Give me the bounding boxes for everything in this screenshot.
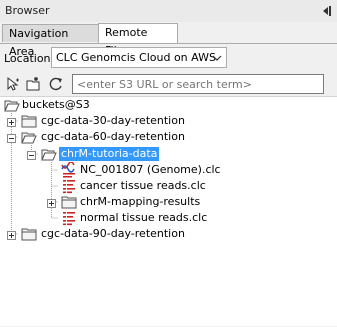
location-row: Location CLC Genomcis Cloud on AWS xyxy=(0,44,337,72)
tree-item[interactable]: chrM-mapping-results xyxy=(0,194,250,210)
search-input[interactable] xyxy=(72,74,324,94)
toolbar xyxy=(0,72,337,96)
collapse-panel-icon[interactable] xyxy=(320,5,332,17)
location-label: Location xyxy=(4,52,51,65)
new-folder-icon[interactable] xyxy=(26,76,42,92)
collapse-minus-icon[interactable] xyxy=(27,150,36,160)
chevron-down-icon xyxy=(212,53,222,63)
tree-root[interactable]: buckets@S3 xyxy=(0,97,200,113)
expand-plus-icon[interactable] xyxy=(7,230,16,240)
location-dropdown[interactable]: CLC Genomcis Cloud on AWS xyxy=(51,47,227,68)
expand-plus-icon[interactable] xyxy=(7,117,16,127)
tree-item[interactable]: cgc-data-30-day-retention xyxy=(0,113,250,129)
sequence-list-icon xyxy=(61,210,77,226)
tree-item[interactable]: cgc-data-60-day-retention xyxy=(0,129,250,145)
remote-file-tree: buckets@S3 cgc-data-30-day-retention cgc… xyxy=(0,96,337,326)
collapse-minus-icon[interactable] xyxy=(7,133,16,143)
refresh-icon[interactable] xyxy=(48,76,64,92)
tab-bar: Navigation Area Remote Files xyxy=(0,22,337,58)
expand-plus-icon[interactable] xyxy=(47,198,56,208)
tree-item-selected[interactable]: chrM-tutoria-data xyxy=(0,146,250,162)
tree-item[interactable]: normal tissue reads.clc xyxy=(0,210,250,226)
tree-root-label: buckets@S3 xyxy=(22,98,90,111)
genome-sequence-icon xyxy=(61,161,77,178)
folder-icon xyxy=(61,194,77,210)
tree-item[interactable]: cancer tissue reads.clc xyxy=(0,178,250,194)
folder-open-icon xyxy=(21,129,37,145)
tree-item-label: NC_001807 (Genome).clc xyxy=(80,163,221,176)
folder-icon xyxy=(21,113,37,129)
folder-open-icon xyxy=(4,97,20,113)
tree-item[interactable]: NC_001807 (Genome).clc xyxy=(0,161,250,178)
tree-item-label: cgc-data-60-day-retention xyxy=(41,130,185,143)
folder-open-icon xyxy=(41,146,57,162)
tree-item-label: normal tissue reads.clc xyxy=(80,211,208,224)
folder-icon xyxy=(21,226,37,242)
tree-item[interactable]: cgc-data-90-day-retention xyxy=(0,226,250,242)
tab-navigation-area[interactable]: Navigation Area xyxy=(2,24,99,58)
tab-remote-files[interactable]: Remote Files xyxy=(98,23,178,57)
tree-item-label: cancer tissue reads.clc xyxy=(80,179,206,192)
upload-icon[interactable] xyxy=(5,76,21,92)
location-selected-value: CLC Genomcis Cloud on AWS xyxy=(56,51,216,64)
tree-item-label: chrM-mapping-results xyxy=(80,195,201,208)
panel-title: Browser xyxy=(5,4,50,17)
sequence-list-icon xyxy=(61,178,77,194)
tree-item-label: cgc-data-30-day-retention xyxy=(41,114,185,127)
tree-item-label: chrM-tutoria-data xyxy=(59,147,160,161)
tree-item-label: cgc-data-90-day-retention xyxy=(41,227,185,240)
browser-panel-header: Browser xyxy=(0,0,337,22)
